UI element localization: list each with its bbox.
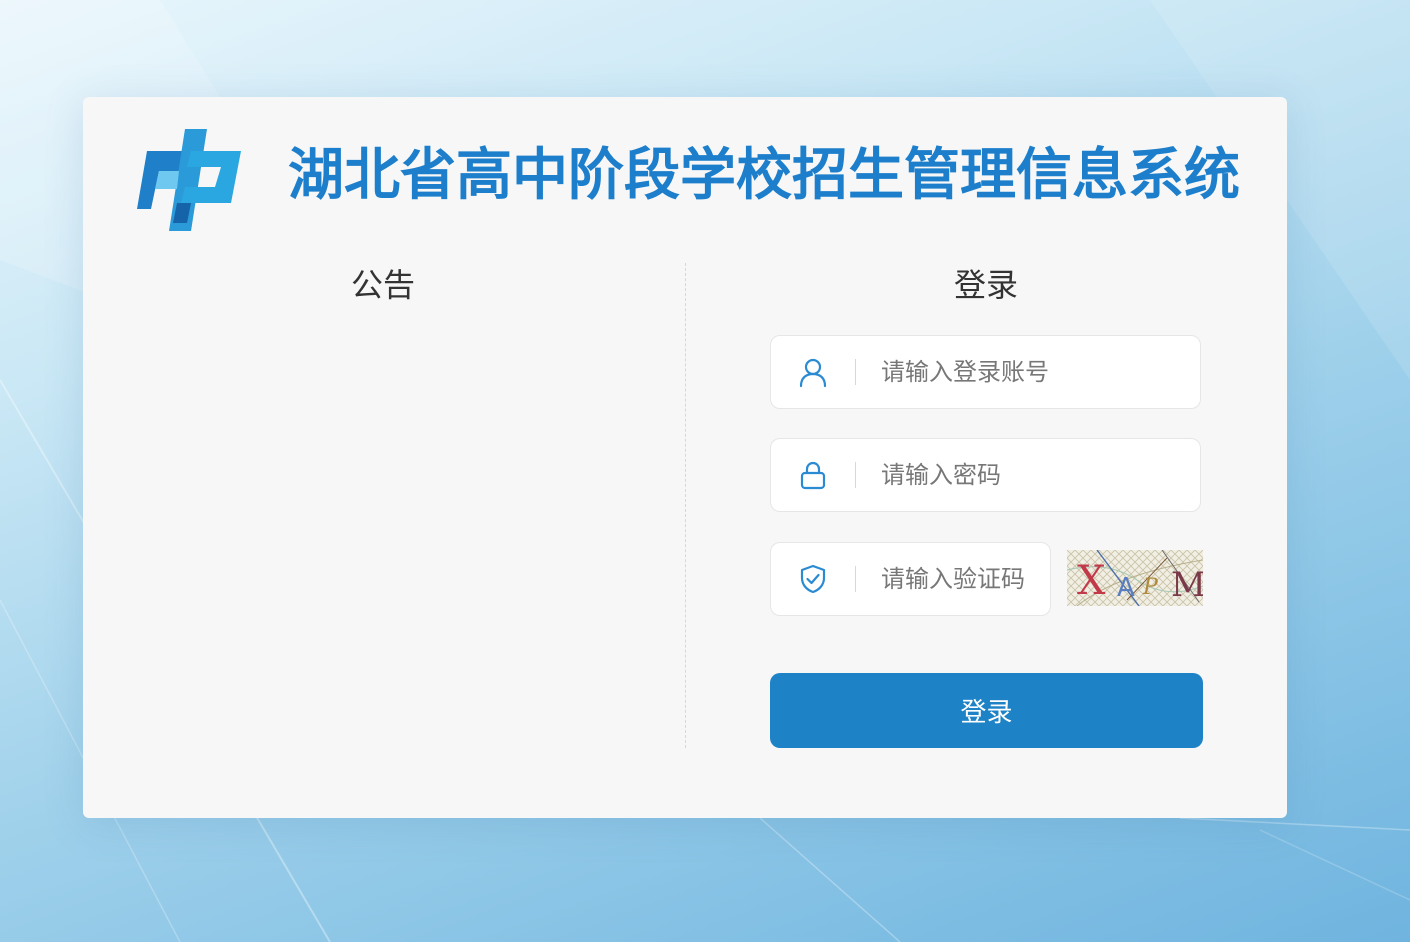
password-input[interactable]: [869, 453, 1193, 497]
login-card: 湖北省高中阶段学校招生管理信息系统 公告 登录 请输入登录账号 请输入验证码 X…: [83, 97, 1287, 818]
captcha-char: X: [1077, 558, 1106, 604]
captcha-field: [770, 542, 1058, 616]
password-field: [770, 438, 1201, 512]
field-separator: [855, 566, 856, 592]
column-divider: [685, 263, 686, 748]
captcha-image[interactable]: X A P M: [1067, 550, 1203, 606]
username-input[interactable]: [869, 350, 1193, 394]
login-button[interactable]: 登录: [770, 673, 1203, 748]
shield-check-icon: [800, 564, 826, 594]
system-title: 湖北省高中阶段学校招生管理信息系统: [288, 143, 1240, 208]
captcha-char: M: [1171, 565, 1203, 605]
captcha-char: A: [1117, 573, 1135, 603]
login-heading: 登录: [953, 266, 1018, 304]
lock-icon: [800, 461, 826, 490]
captcha-input[interactable]: [869, 557, 1058, 601]
user-icon: [799, 358, 827, 388]
zhong-logo-icon: [137, 129, 241, 231]
notice-heading: 公告: [350, 266, 415, 304]
field-separator: [855, 462, 856, 488]
username-field: [770, 335, 1201, 409]
field-separator: [855, 359, 856, 385]
captcha-char: P: [1142, 575, 1159, 600]
